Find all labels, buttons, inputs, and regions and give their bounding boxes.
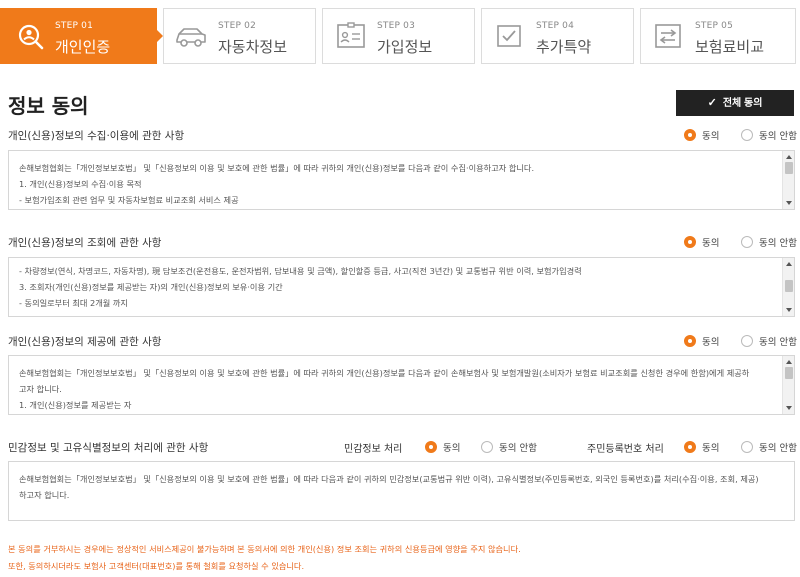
provide-agree-radio[interactable]: 동의 <box>684 334 719 348</box>
terms-line: 1. 개인(신용)정보를 제공받는 자 <box>19 400 132 410</box>
collect-disagree-radio[interactable]: 동의 안함 <box>741 128 797 142</box>
step-number: STEP 05 <box>695 21 734 31</box>
step-title: 보험료비교 <box>695 38 765 56</box>
scroll-thumb[interactable] <box>785 367 793 379</box>
radio-dot <box>741 441 753 453</box>
car-icon <box>176 28 206 47</box>
radio-dot <box>425 441 437 453</box>
radio-dot <box>481 441 493 453</box>
step-number: STEP 02 <box>218 21 257 31</box>
id-card-icon <box>337 22 365 48</box>
terms-line: 손해보험협회는「개인정보보호법」 및「신용정보의 이용 및 보호에 관한 법률」… <box>19 163 535 173</box>
step-title: 추가특약 <box>536 38 592 56</box>
step-1-personal-auth: STEP 01 개인인증 <box>0 8 157 64</box>
radio-label: 동의 <box>702 337 720 348</box>
scroll-down-arrow-icon[interactable] <box>786 201 792 205</box>
compare-icon <box>655 24 681 48</box>
terms-line: - 동의일로부터 최대 2개월 까지 <box>19 298 128 308</box>
resident-number-label: 주민등록번호 처리 <box>587 444 664 455</box>
scroll-up-arrow-icon[interactable] <box>786 262 792 266</box>
radio-label: 동의 안함 <box>499 443 537 454</box>
step-progress-bar: STEP 01 개인인증 STEP 02 자동차정보 STEP 03 가입정보 <box>0 8 800 64</box>
radio-dot <box>684 335 696 347</box>
radio-dot <box>741 335 753 347</box>
checkbox-icon <box>497 25 521 47</box>
terms-line: - 보험가입조회 관련 업무 및 자동차보험료 비교조회 서비스 제공 <box>19 195 239 205</box>
section-inquiry-title: 개인(신용)정보의 조회에 관한 사항 <box>8 237 162 249</box>
resident-disagree-radio[interactable]: 동의 안함 <box>741 440 797 454</box>
terms-line: - 차량정보(연식, 차명코드, 자동차명), 現 담보조건(운전용도, 운전자… <box>19 266 582 276</box>
terms-line: 고자 합니다. <box>19 384 62 394</box>
radio-label: 동의 안함 <box>759 238 797 249</box>
terms-text: 손해보험협회는「개인정보보호법」 및「신용정보의 이용 및 보호에 관한 법률」… <box>19 471 784 503</box>
inquiry-agree-radio[interactable]: 동의 <box>684 235 719 249</box>
radio-label: 동의 <box>443 443 461 454</box>
section-collect-title: 개인(신용)정보의 수집·이용에 관한 사항 <box>8 130 185 142</box>
radio-label: 동의 <box>702 238 720 249</box>
scroll-up-arrow-icon[interactable] <box>786 155 792 159</box>
collect-terms-box[interactable]: 손해보험협회는「개인정보보호법」 및「신용정보의 이용 및 보호에 관한 법률」… <box>8 150 795 210</box>
radio-label: 동의 안함 <box>759 131 797 142</box>
inquiry-disagree-radio[interactable]: 동의 안함 <box>741 235 797 249</box>
scroll-thumb[interactable] <box>785 162 793 174</box>
agree-all-label: 전체 동의 <box>722 98 763 109</box>
provide-terms-box[interactable]: 손해보험협회는「개인정보보호법」 및「신용정보의 이용 및 보호에 관한 법률」… <box>8 355 795 415</box>
radio-dot <box>741 236 753 248</box>
checkmark-icon: ✓ <box>707 97 717 109</box>
step-5-premium-compare: STEP 05 보험료비교 <box>640 8 796 64</box>
step-number: STEP 03 <box>377 21 416 31</box>
sensitive-agree-radio[interactable]: 동의 <box>425 440 460 454</box>
sensitive-terms-box[interactable]: 손해보험협회는「개인정보보호법」 및「신용정보의 이용 및 보호에 관한 법률」… <box>8 461 795 521</box>
notice-line: 본 동의를 거부하시는 경우에는 정상적인 서비스제공이 불가능하며 본 동의서… <box>8 544 521 554</box>
terms-line: 하고자 합니다. <box>19 490 70 500</box>
scroll-down-arrow-icon[interactable] <box>786 308 792 312</box>
inquiry-terms-box[interactable]: - 차량정보(연식, 차명코드, 자동차명), 現 담보조건(운전용도, 운전자… <box>8 257 795 317</box>
radio-label: 동의 안함 <box>759 443 797 454</box>
scrollbar[interactable] <box>782 151 794 209</box>
terms-line: 3. 조회자(개인(신용)정보를 제공받는 자)의 개인(신용)정보의 보유·이… <box>19 282 283 292</box>
sensitive-info-label: 민감정보 처리 <box>344 444 403 455</box>
scroll-up-arrow-icon[interactable] <box>786 360 792 364</box>
radio-dot <box>741 129 753 141</box>
scroll-down-arrow-icon[interactable] <box>786 406 792 410</box>
step-title: 가입정보 <box>377 38 433 56</box>
resident-agree-radio[interactable]: 동의 <box>684 440 719 454</box>
radio-label: 동의 안함 <box>759 337 797 348</box>
notice-line: 또한, 동의하시더라도 보험사 고객센터(대표번호)를 통해 철회를 요청하실 … <box>8 561 305 571</box>
terms-text: - 차량정보(연식, 차명코드, 자동차명), 現 담보조건(운전용도, 운전자… <box>19 263 774 311</box>
step-4-additional-options: STEP 04 추가특약 <box>481 8 634 64</box>
step-number: STEP 01 <box>55 21 94 31</box>
person-search-icon <box>18 24 44 50</box>
active-step-arrow <box>155 28 163 44</box>
terms-text: 손해보험협회는「개인정보보호법」 및「신용정보의 이용 및 보호에 관한 법률」… <box>19 365 774 413</box>
step-number: STEP 04 <box>536 21 575 31</box>
radio-dot <box>684 441 696 453</box>
agree-all-button[interactable]: ✓ 전체 동의 <box>676 90 794 116</box>
scrollbar[interactable] <box>782 258 794 316</box>
radio-label: 동의 <box>702 443 720 454</box>
terms-line: 손해보험협회는「개인정보보호법」 및「신용정보의 이용 및 보호에 관한 법률」… <box>19 474 759 484</box>
step-title: 개인인증 <box>55 38 111 56</box>
step-2-car-info: STEP 02 자동차정보 <box>163 8 316 64</box>
page-title: 정보 동의 <box>8 94 89 118</box>
terms-line: 손해보험협회는「개인정보보호법」 및「신용정보의 이용 및 보호에 관한 법률」… <box>19 368 750 378</box>
scroll-thumb[interactable] <box>785 280 793 292</box>
collect-agree-radio[interactable]: 동의 <box>684 128 719 142</box>
scrollbar[interactable] <box>782 356 794 414</box>
radio-dot <box>684 236 696 248</box>
section-provide-title: 개인(신용)정보의 제공에 관한 사항 <box>8 336 162 348</box>
terms-line: 1. 개인(신용)정보의 수집·이용 목적 <box>19 179 142 189</box>
provide-disagree-radio[interactable]: 동의 안함 <box>741 334 797 348</box>
radio-label: 동의 <box>702 131 720 142</box>
terms-text: 손해보험협회는「개인정보보호법」 및「신용정보의 이용 및 보호에 관한 법률」… <box>19 160 774 208</box>
step-3-subscription-info: STEP 03 가입정보 <box>322 8 475 64</box>
sensitive-disagree-radio[interactable]: 동의 안함 <box>481 440 537 454</box>
radio-dot <box>684 129 696 141</box>
step-title: 자동차정보 <box>218 38 288 56</box>
section-sensitive-title: 민감정보 및 고유식별정보의 처리에 관한 사항 <box>8 442 209 454</box>
